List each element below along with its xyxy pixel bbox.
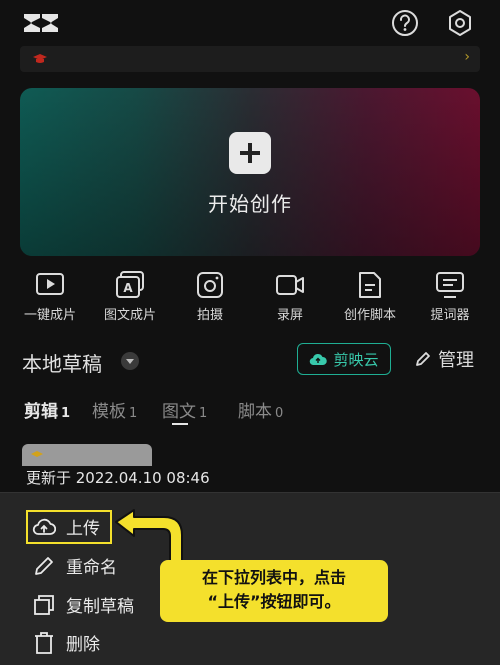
annotation-line-1: 在下拉列表中，点击 [201,568,346,587]
manage-label: 管理 [438,350,474,371]
menu-copy-draft[interactable]: 复制草稿 [32,592,134,617]
tab-image-text[interactable]: 图文 1 [162,397,207,422]
graduation-cap-icon [31,451,43,457]
quick-tools: 一键成片 A 图文成片 拍摄 录屏 创作脚本 提词器 [10,270,490,326]
cloud-upload-icon [310,353,328,366]
upload-highlight-box [26,510,112,544]
script-icon [359,272,381,298]
menu-label: 删除 [66,635,100,655]
menu-label: 复制草稿 [66,597,134,617]
draft-updated-time: 更新于 2022.04.10 08:46 [26,469,210,487]
help-icon[interactable] [390,8,420,38]
tool-camera[interactable]: 拍摄 [170,270,250,326]
tab-edit[interactable]: 剪辑 1 [24,397,70,422]
teleprompter-icon [436,272,464,298]
graduation-cap-icon [33,54,47,63]
menu-label: 重命名 [66,558,117,578]
image-text-icon: A [116,271,144,298]
annotation-line-2: “上传”按钮即可。 [207,592,341,611]
tool-label: 录屏 [276,308,303,323]
tab-label: 脚本 [238,402,272,422]
menu-delete[interactable]: 删除 [32,630,100,655]
tool-label: 创作脚本 [343,308,396,323]
tool-label: 图文成片 [103,308,156,323]
tab-label: 模板 [92,402,126,422]
promo-banner[interactable]: › [20,46,480,72]
tool-teleprompter[interactable]: 提词器 [410,270,490,326]
tab-count: 1 [199,406,208,421]
start-create-card[interactable]: 开始创作 [20,88,480,256]
tool-label: 一键成片 [23,308,76,323]
tab-template[interactable]: 模板 1 [92,397,137,422]
draft-thumbnail[interactable] [22,444,152,466]
tool-one-click-video[interactable]: 一键成片 [10,270,90,326]
camera-icon [197,272,223,298]
plus-icon [229,132,271,174]
tool-screen-record[interactable]: 录屏 [250,270,330,326]
copy-icon [34,594,54,615]
menu-rename[interactable]: 重命名 [32,553,117,578]
local-drafts-title: 本地草稿 [22,352,102,376]
pencil-icon [35,556,53,575]
svg-text:A: A [123,281,133,295]
play-icon [36,273,64,295]
manage-button[interactable]: 管理 [414,346,474,372]
capcut-logo-icon [24,14,58,32]
tab-count: 0 [275,406,284,421]
pencil-icon [416,352,430,366]
tab-count: 1 [129,406,138,421]
tab-count: 1 [61,406,71,421]
tab-label: 图文 [162,402,196,422]
screen-record-icon [276,275,304,295]
tool-label: 拍摄 [196,308,223,323]
chevron-right-icon: › [464,49,470,65]
settings-icon[interactable] [445,8,475,38]
annotation-callout: 在下拉列表中，点击 “上传”按钮即可。 [160,560,388,622]
tool-image-text-video[interactable]: A 图文成片 [90,270,170,326]
caret-down-icon[interactable] [120,351,140,371]
capcut-cloud-button[interactable]: 剪映云 [297,343,391,375]
cloud-label: 剪映云 [333,350,379,369]
tool-creation-script[interactable]: 创作脚本 [330,270,410,326]
tab-label: 剪辑 [24,402,58,422]
trash-icon [35,631,53,654]
tool-label: 提词器 [430,308,470,323]
tab-indicator [172,423,188,425]
tab-script[interactable]: 脚本 0 [238,397,283,422]
start-create-label: 开始创作 [208,192,292,216]
